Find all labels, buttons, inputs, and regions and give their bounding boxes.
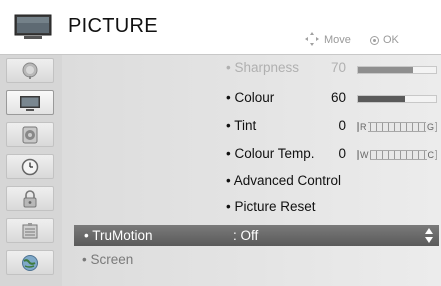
- colour-level-bar[interactable]: [357, 95, 437, 103]
- menu-item-trumotion[interactable]: • TruMotion: [84, 228, 153, 243]
- colour-temp-scale[interactable]: W C: [357, 150, 437, 160]
- sidebar-item-picture[interactable]: [6, 90, 54, 115]
- sidebar-item-time[interactable]: [6, 154, 54, 179]
- sidebar-item-audio[interactable]: [6, 122, 54, 147]
- tint-left-label: R: [359, 122, 368, 132]
- satellite-dish-icon: [22, 62, 38, 79]
- submenu-picture-reset[interactable]: • Picture Reset: [226, 199, 316, 214]
- tint-scale[interactable]: R G: [357, 122, 437, 132]
- menu-item-screen[interactable]: • Screen: [82, 252, 133, 267]
- menu-header: PICTURE Move OK: [0, 0, 441, 55]
- sidebar-item-lock[interactable]: [6, 186, 54, 211]
- submenu-colour[interactable]: • Colour: [226, 90, 274, 105]
- clock-icon: [21, 158, 39, 175]
- up-down-arrows-icon[interactable]: [425, 228, 433, 243]
- picture-menu: PICTURE Move OK • Sharpness 70 • Colour …: [0, 0, 441, 286]
- colour-temp-right-label: C: [426, 150, 435, 160]
- page-title: PICTURE: [68, 15, 158, 37]
- category-sidebar: [0, 55, 63, 286]
- sidebar-item-channel[interactable]: [6, 58, 54, 83]
- colour-level-fill: [358, 96, 405, 102]
- move-arrows-icon: [305, 32, 319, 46]
- sharpness-level-fill: [358, 67, 413, 73]
- sharpness-level-bar[interactable]: [357, 66, 437, 74]
- tint-value: 0: [338, 118, 346, 133]
- sidebar-item-option[interactable]: [6, 218, 54, 243]
- colour-temp-left-label: W: [359, 150, 370, 160]
- submenu-tint[interactable]: • Tint: [226, 118, 256, 133]
- network-globe-icon: [22, 254, 38, 271]
- colour-value: 60: [330, 90, 346, 105]
- options-box-icon: [22, 222, 38, 238]
- submenu-colour-temp[interactable]: • Colour Temp.: [226, 146, 315, 161]
- sharpness-value: 70: [330, 60, 346, 75]
- colour-temp-value: 0: [338, 146, 346, 161]
- ok-hint-label: OK: [383, 34, 399, 46]
- trumotion-value: : Off: [233, 228, 259, 243]
- tint-right-label: G: [425, 122, 435, 132]
- speaker-icon: [22, 126, 38, 143]
- tv-picture-icon: [20, 95, 40, 111]
- move-hint-label: Move: [324, 34, 351, 46]
- ok-button-icon: [370, 36, 379, 45]
- submenu-advanced-control[interactable]: • Advanced Control: [226, 173, 341, 188]
- lock-icon: [23, 189, 37, 207]
- submenu-sharpness[interactable]: • Sharpness: [226, 60, 299, 75]
- sidebar-item-network[interactable]: [6, 250, 54, 275]
- tv-icon: [14, 14, 52, 39]
